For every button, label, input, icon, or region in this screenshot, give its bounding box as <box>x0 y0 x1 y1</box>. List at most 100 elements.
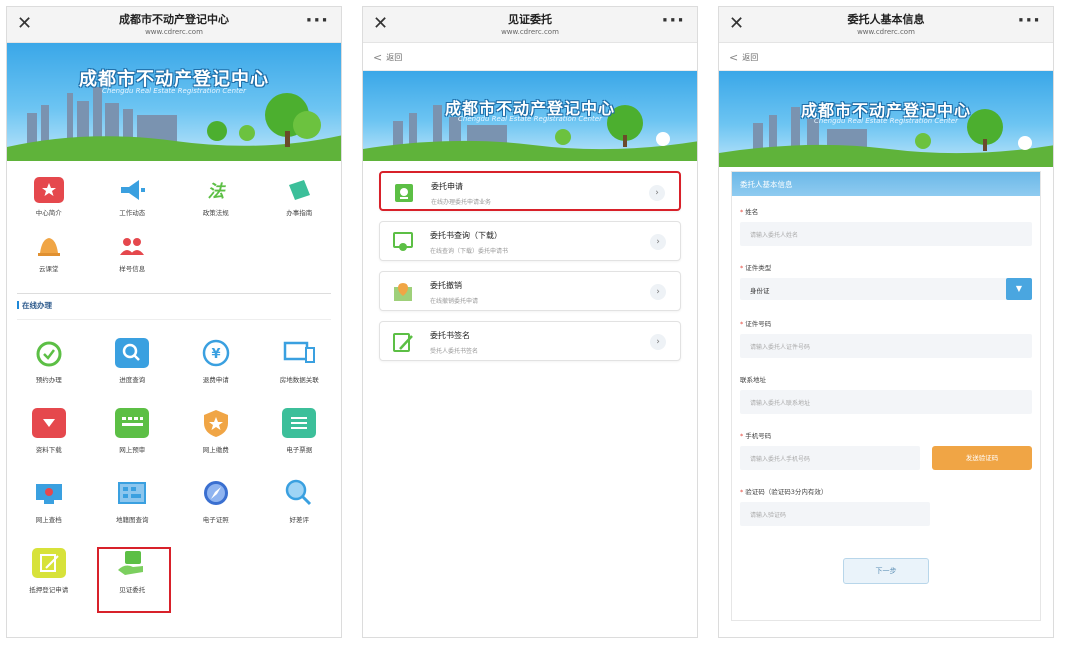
service-archive-query[interactable]: 网上查档 <box>7 468 91 538</box>
chevron-right-icon: › <box>649 185 665 201</box>
close-icon[interactable]: ✕ <box>17 14 32 34</box>
name-label: * 姓名 <box>740 208 759 216</box>
close-icon[interactable]: ✕ <box>373 14 388 34</box>
page-url: www.cdrerc.com <box>145 28 203 36</box>
chevron-down-icon[interactable]: ▼ <box>1006 278 1032 300</box>
service-refund[interactable]: ¥ 退费申请 <box>174 328 258 398</box>
online-service-grid: 预约办理 进度查询 ¥ 退费申请 房地数据关联 资料下载 网上预审 网上缴费 电 <box>7 320 341 608</box>
svg-text:法: 法 <box>207 182 226 202</box>
service-e-license[interactable]: 电子证照 <box>174 468 258 538</box>
menu-item-center-intro[interactable]: 中心简介 <box>7 171 91 227</box>
back-link[interactable]: < 返回 <box>719 43 1053 71</box>
download-icon <box>31 408 66 438</box>
page-url: www.cdrerc.com <box>501 28 559 36</box>
section-title-online: 在线办理 <box>17 293 331 311</box>
archive-icon <box>32 478 66 508</box>
service-rating[interactable]: 好差评 <box>258 468 342 538</box>
guide-book-icon <box>284 177 314 203</box>
service-download[interactable]: 资料下载 <box>7 398 91 468</box>
award-doc-icon <box>392 231 414 253</box>
shield-star-icon <box>199 408 233 438</box>
compass-icon <box>199 478 233 508</box>
menu-item-number-info[interactable]: 样号信息 <box>91 227 175 283</box>
phone-screen-entrustment: ✕ 见证委托 www.cdrerc.com ··· < 返回 成都市不动产登记中心… <box>362 6 698 638</box>
list-item-entrust-apply[interactable]: 委托申请 在线办理委托申请业务 › <box>379 171 681 211</box>
keyboard-icon <box>115 408 150 438</box>
client-info-form: 委托人基本信息 * 姓名 请输入委托人姓名 * 证件类型 身份证 ▼ * 证件号码 请… <box>731 171 1041 621</box>
phone-screen-home: ✕ 成都市不动产登记中心 www.cdrerc.com ··· 成都市不动产登记… <box>6 6 342 638</box>
service-online-review[interactable]: 网上预审 <box>91 398 175 468</box>
highlight-box <box>97 547 171 613</box>
phone-screen-client-info: ✕ 委托人基本信息 www.cdrerc.com ··· < 返回 成都市不动产登… <box>718 6 1054 638</box>
page-title: 委托人基本信息 <box>847 13 925 26</box>
city-skyline-image <box>7 87 341 161</box>
page-title: 见证委托 <box>508 13 552 26</box>
id-type-label: * 证件类型 <box>740 264 772 272</box>
banner-subtitle: Chengdu Real Estate Registration Center <box>102 87 246 95</box>
menu-item-work-news[interactable]: 工作动态 <box>91 171 175 227</box>
service-appointment[interactable]: 预约办理 <box>7 328 91 398</box>
devices-icon <box>282 338 316 368</box>
address-label: 联系地址 <box>740 376 766 384</box>
page-title: 成都市不动产登记中心 <box>119 13 229 26</box>
title-bar: ✕ 见证委托 www.cdrerc.com ··· <box>363 7 697 43</box>
map-grid-icon <box>115 478 149 508</box>
chevron-left-icon: < <box>373 51 383 64</box>
page-url: www.cdrerc.com <box>857 28 915 36</box>
menu-item-guide[interactable]: 办事指南 <box>258 171 342 227</box>
code-input[interactable]: 请输入验证码 <box>740 502 930 526</box>
top-menu-grid: 中心简介 工作动态 法 政策法规 办事指南 云课堂 样号信息 <box>7 161 341 283</box>
next-button[interactable]: 下一步 <box>843 558 929 584</box>
law-text-icon: 法 <box>201 177 231 203</box>
alarm-clock-icon <box>32 338 66 368</box>
header-banner: 成都市不动产登记中心 Chengdu Real Estate Registrat… <box>7 43 341 161</box>
service-online-payment[interactable]: 网上缴费 <box>174 398 258 468</box>
sign-pen-icon <box>392 331 414 353</box>
code-label: * 验证码（验证码3分内有效） <box>740 488 828 496</box>
banner-subtitle: Chengdu Real Estate Registration Center <box>814 117 958 125</box>
name-input[interactable]: 请输入委托人姓名 <box>740 222 1032 246</box>
send-code-button[interactable]: 发送验证码 <box>932 446 1032 470</box>
header-banner: 成都市不动产登记中心 Chengdu Real Estate Registrat… <box>363 71 697 161</box>
service-mortgage-registration[interactable]: 抵押登记申请 <box>7 538 91 608</box>
star-flag-icon <box>33 177 64 203</box>
svg-text:¥: ¥ <box>211 347 220 362</box>
people-icon <box>117 233 147 259</box>
banner-subtitle: Chengdu Real Estate Registration Center <box>458 115 602 123</box>
address-input[interactable]: 请输入委托人联系地址 <box>740 390 1032 414</box>
service-cadastral-map[interactable]: 地籍图查询 <box>91 468 175 538</box>
phone-input[interactable]: 请输入委托人手机号码 <box>740 446 920 470</box>
service-progress-query[interactable]: 进度查询 <box>91 328 175 398</box>
chevron-right-icon: › <box>650 334 666 350</box>
certificate-icon <box>393 182 415 204</box>
close-icon[interactable]: ✕ <box>729 14 744 34</box>
id-number-label: * 证件号码 <box>740 320 772 328</box>
service-data-link[interactable]: 房地数据关联 <box>258 328 342 398</box>
id-number-input[interactable]: 请输入委托人证件号码 <box>740 334 1032 358</box>
list-item-entrust-query[interactable]: 委托书查询（下载） 在线查询（下载）委托申请书 › <box>379 221 681 261</box>
service-e-receipt[interactable]: 电子票据 <box>258 398 342 468</box>
id-type-select[interactable]: 身份证 ▼ <box>740 278 1032 300</box>
form-header: 委托人基本信息 <box>732 172 1040 196</box>
menu-item-policy[interactable]: 法 政策法规 <box>174 171 258 227</box>
phone-label: * 手机号码 <box>740 432 772 440</box>
magnifier-icon <box>115 338 150 368</box>
more-icon[interactable]: ··· <box>1017 10 1041 31</box>
megaphone-icon <box>117 177 147 203</box>
more-icon[interactable]: ··· <box>305 10 329 31</box>
chevron-left-icon: < <box>729 51 739 64</box>
list-item-entrust-sign[interactable]: 委托书签名 受托人委托书签名 › <box>379 321 681 361</box>
yen-refund-icon: ¥ <box>199 338 233 368</box>
map-pin-doc-icon <box>392 281 414 303</box>
chevron-right-icon: › <box>650 234 666 250</box>
title-bar: ✕ 成都市不动产登记中心 www.cdrerc.com ··· <box>7 7 341 43</box>
back-link[interactable]: < 返回 <box>363 43 697 71</box>
more-icon[interactable]: ··· <box>661 10 685 31</box>
bell-icon <box>34 233 64 259</box>
receipt-icon <box>282 408 317 438</box>
search-rate-icon <box>282 478 316 508</box>
menu-item-cloud-class[interactable]: 云课堂 <box>7 227 91 283</box>
chevron-right-icon: › <box>650 284 666 300</box>
edit-note-icon <box>31 548 66 578</box>
list-item-entrust-revoke[interactable]: 委托撤销 在线撤销委托申请 › <box>379 271 681 311</box>
